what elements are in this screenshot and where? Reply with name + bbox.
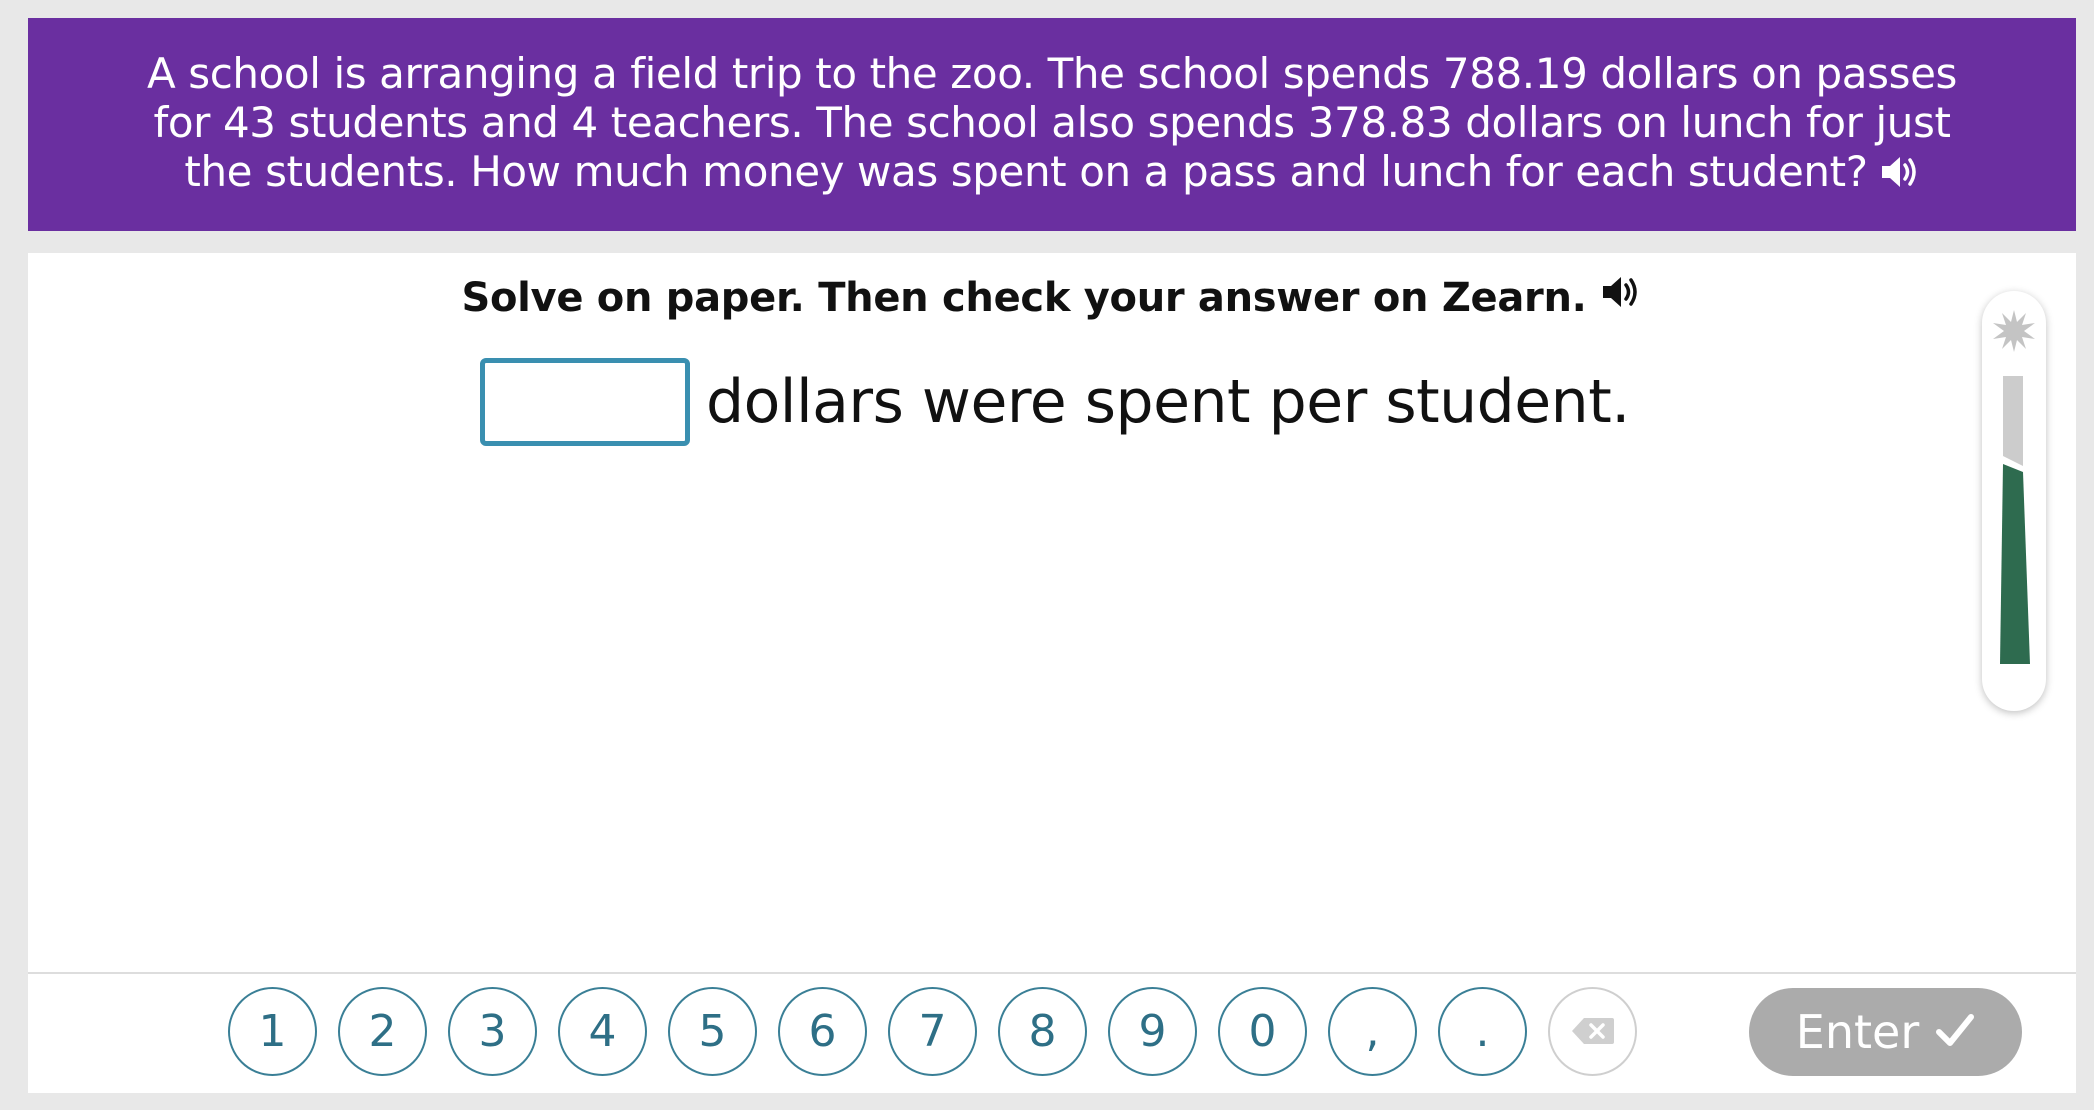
- checkmark-icon: [1935, 1005, 1975, 1059]
- key-6[interactable]: 6: [778, 987, 867, 1076]
- question-banner: A school is arranging a field trip to th…: [28, 18, 2076, 231]
- question-prompt: A school is arranging a field trip to th…: [122, 49, 1982, 200]
- key-0[interactable]: 0: [1218, 987, 1307, 1076]
- number-keypad: 1 2 3 4 5 6 7 8 9 0 , .: [228, 987, 1637, 1077]
- instruction-text: Solve on paper. Then check your answer o…: [461, 275, 1587, 321]
- enter-label: Enter: [1795, 1005, 1920, 1059]
- speaker-icon[interactable]: [1601, 273, 1643, 319]
- key-7[interactable]: 7: [888, 987, 977, 1076]
- key-3[interactable]: 3: [448, 987, 537, 1076]
- instruction: Solve on paper. Then check your answer o…: [28, 273, 2076, 321]
- answer-row: dollars were spent per student.: [480, 357, 1630, 447]
- question-text: A school is arranging a field trip to th…: [146, 49, 1958, 196]
- progress-meter: [1982, 291, 2046, 711]
- enter-button[interactable]: Enter: [1749, 988, 2022, 1076]
- backspace-button[interactable]: [1548, 987, 1637, 1076]
- progress-bar: [2000, 376, 2030, 670]
- keypad-divider: [28, 972, 2076, 974]
- workspace: Solve on paper. Then check your answer o…: [28, 253, 2076, 1093]
- answer-suffix: dollars were spent per student.: [706, 367, 1630, 437]
- progress-empty-segment: [2003, 376, 2023, 466]
- key-2[interactable]: 2: [338, 987, 427, 1076]
- key-comma[interactable]: ,: [1328, 987, 1417, 1076]
- key-4[interactable]: 4: [558, 987, 647, 1076]
- star-burst-icon: [1992, 309, 2036, 357]
- key-8[interactable]: 8: [998, 987, 1087, 1076]
- answer-input[interactable]: [480, 358, 690, 446]
- key-9[interactable]: 9: [1108, 987, 1197, 1076]
- key-5[interactable]: 5: [668, 987, 757, 1076]
- backspace-icon: [1570, 1006, 1616, 1057]
- speaker-icon[interactable]: [1880, 151, 1920, 200]
- key-1[interactable]: 1: [228, 987, 317, 1076]
- progress-filled-segment: [2000, 464, 2030, 664]
- key-decimal[interactable]: .: [1438, 987, 1527, 1076]
